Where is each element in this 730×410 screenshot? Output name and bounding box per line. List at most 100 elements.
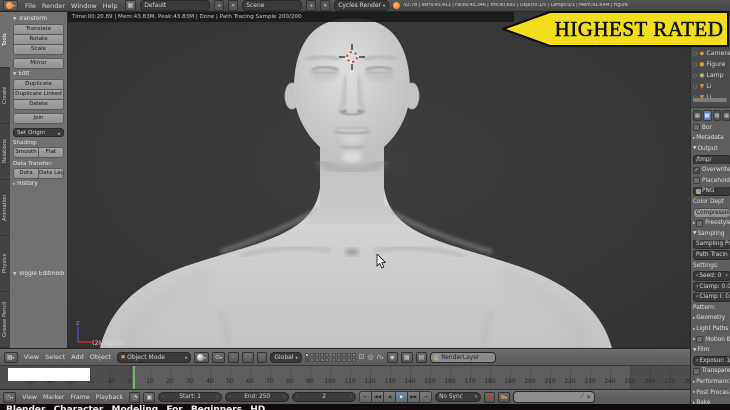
layer-cell[interactable]	[314, 352, 319, 357]
shade-flat-button[interactable]: Flat	[39, 147, 64, 158]
delete-button[interactable]: Delete	[13, 100, 64, 110]
autokey-mode-select[interactable]: ▾	[498, 391, 511, 403]
next-keyframe-button[interactable]: ▶▶	[408, 391, 421, 403]
prop-light-paths[interactable]: ▸ Light Paths	[693, 324, 730, 334]
tool-tab-animation[interactable]: Animation	[0, 180, 10, 236]
data-button[interactable]: Data	[13, 168, 39, 179]
translate-button[interactable]: Translate	[13, 24, 64, 35]
prop-sampling-pr[interactable]: Sampling Pr	[693, 239, 730, 250]
menu-window[interactable]: Window	[68, 2, 100, 10]
render-engine-select[interactable]: Cycles Render ▾	[334, 0, 389, 11]
layer-cell[interactable]	[346, 352, 351, 357]
prop-transparen[interactable]: Transparen	[693, 367, 730, 377]
blender-logo-button[interactable]: ▾	[3, 0, 19, 11]
world-tab-icon[interactable]: ▦	[722, 110, 730, 121]
tool-tab-physics[interactable]: Physics	[0, 236, 10, 292]
prev-keyframe-button[interactable]: ◀◀	[372, 391, 385, 403]
toggle-editmode-header[interactable]: ▼ Toggle Editmode	[13, 271, 64, 277]
frame-end-field[interactable]: ‹ End: 250 ›	[225, 392, 290, 402]
duplicate-linked-button[interactable]: Duplicate Linked	[13, 90, 64, 100]
render-tab-icon[interactable]: ▦	[693, 110, 702, 121]
prop-bor[interactable]: Bor	[693, 123, 730, 133]
layer-cell[interactable]	[341, 357, 346, 362]
timeline-menu-frame[interactable]: Frame	[67, 394, 92, 401]
number-field[interactable]: ‹Clamp I: 0.0›	[693, 292, 730, 303]
render-still-icon[interactable]: ◉	[386, 351, 398, 363]
remove-scene-button[interactable]: ✕	[320, 0, 331, 11]
prop-freestyle[interactable]: ▸ Freestyle	[693, 218, 730, 228]
editor-3dview-icon[interactable]: ▦ ▾	[4, 351, 18, 363]
prop-motion-blu[interactable]: ▸ Motion Blu	[693, 335, 730, 345]
tool-tab-create[interactable]: Create	[0, 68, 10, 124]
prop-film[interactable]: ▼ Film	[693, 345, 730, 355]
scene-tab-icon[interactable]: ▦	[712, 110, 722, 121]
shade-smooth-button[interactable]: Smooth	[13, 147, 39, 158]
checkbox-icon[interactable]: ✓	[693, 166, 700, 174]
outliner-item-lamp[interactable]: ○ ◉ Lamp	[691, 70, 730, 81]
add-layout-button[interactable]: +	[214, 0, 225, 11]
outliner-scrollbar[interactable]	[693, 98, 727, 102]
menu-help[interactable]: Help	[100, 2, 121, 10]
menu-render[interactable]: Render	[39, 2, 68, 10]
prop-clamp-0-00[interactable]: ‹Clamp: 0.00›	[693, 281, 730, 292]
prop-png[interactable]: PNG	[693, 186, 730, 197]
manipulator-translate-icon[interactable]: +	[228, 351, 240, 363]
keying-set-field[interactable]: ⟋ ✕	[513, 391, 596, 403]
prop-output[interactable]: ▼ Output	[693, 144, 730, 154]
menu-file[interactable]: File	[22, 2, 39, 10]
layer-cell[interactable]	[336, 357, 341, 362]
decrement-icon[interactable]: ‹	[696, 272, 698, 280]
slider-field[interactable]: Compressio	[693, 207, 730, 218]
checkbox-icon[interactable]	[696, 219, 704, 227]
timeline-menu-playback[interactable]: Playback	[93, 394, 127, 401]
layer-cell[interactable]	[341, 352, 346, 357]
timeline-menu-marker[interactable]: Marker	[40, 394, 67, 401]
menu-field[interactable]: PNG	[693, 186, 730, 197]
prop-clamp-i-0-0[interactable]: ‹Clamp I: 0.0›	[693, 292, 730, 303]
prop-overwrite[interactable]: ✓ Overwrite	[693, 165, 730, 175]
tool-tab-tools[interactable]: Tools	[0, 12, 10, 68]
layer-cell[interactable]	[314, 357, 319, 362]
jump-last-button[interactable]: ⇥	[420, 391, 433, 403]
text-field[interactable]: /tmp/	[693, 154, 730, 165]
sync-mode-select[interactable]: No Sync ▾	[435, 392, 482, 402]
layer-cell[interactable]	[309, 357, 314, 362]
layer-cell[interactable]	[351, 357, 356, 362]
view3d-menu-object[interactable]: Object	[87, 353, 114, 361]
browse-id-icon[interactable]: ▤	[415, 351, 428, 363]
layer-cell[interactable]	[319, 357, 324, 362]
screen-layout-select[interactable]: Default	[140, 0, 211, 11]
edit-panel-header[interactable]: ▼ Edit	[13, 71, 64, 77]
decrement-icon[interactable]: ‹	[696, 357, 698, 365]
layer-cell[interactable]	[309, 352, 314, 357]
prop-seed-0[interactable]: ‹ Seed: 0 ›	[693, 271, 730, 281]
mode-select[interactable]: ◼ Object Mode ▾	[116, 351, 191, 363]
prop-metadata[interactable]: ▸ Metadata	[693, 134, 730, 144]
screen-layout-icon[interactable]: ▦	[124, 0, 137, 11]
viewport-3d[interactable]: Time:00:20.89 | Mem:43.83M, Peak:43.83M …	[68, 12, 690, 349]
number-field[interactable]: ‹ Seed: 0 ›	[693, 271, 730, 281]
layer-cell[interactable]	[324, 352, 329, 357]
data-layout-button[interactable]: Data Layou	[39, 168, 64, 179]
layer-cell[interactable]	[331, 357, 336, 362]
add-scene-button[interactable]: +	[306, 0, 317, 11]
history-panel-header[interactable]: ▸ History	[13, 181, 64, 187]
current-frame-field[interactable]: ‹ 2 ›	[292, 392, 357, 402]
prop-performanc[interactable]: ▸ Performanc	[693, 377, 730, 387]
prop-placeholde[interactable]: Placeholde	[693, 176, 730, 186]
rotate-button[interactable]: Rotate	[13, 35, 64, 45]
timeline-ruler[interactable]: -50 -40 -30 -20 -10 0 10 20 30 40 50 60 70 80 90 100 110…	[0, 366, 690, 389]
frame-start-field[interactable]: ‹ Start: 1 ›	[158, 392, 223, 402]
prop-geometry[interactable]: ▸ Geometry	[693, 314, 730, 324]
prop-pattern[interactable]: Pattern:	[693, 303, 730, 313]
outliner-item-camera[interactable]: ○ ◆ Camera	[691, 48, 730, 59]
number-field[interactable]: ‹Exposur: 1.0›	[693, 356, 730, 366]
lock-to-scene-icon[interactable]: ⊡	[359, 353, 365, 361]
layer-cell[interactable]	[319, 352, 324, 357]
preview-range-icon[interactable]: ◔	[129, 391, 141, 403]
view3d-menu-add[interactable]: Add	[68, 353, 87, 361]
transform-orientation-select[interactable]: Global ▾	[270, 351, 302, 363]
current-frame-marker[interactable]	[133, 366, 135, 389]
transform-panel-header[interactable]: ▼ Transform	[13, 16, 64, 22]
join-button[interactable]: Join	[13, 113, 64, 124]
